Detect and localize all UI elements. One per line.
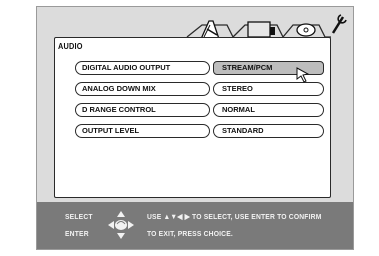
- disc-icon: [296, 23, 316, 37]
- tab-audio[interactable]: [189, 19, 229, 40]
- setting-row-d-range-control[interactable]: D RANGE CONTROL NORMAL: [55, 103, 330, 117]
- setting-row-analog-down-mix[interactable]: ANALOG DOWN MIX STEREO: [55, 82, 330, 96]
- wrench-icon: [331, 14, 347, 34]
- tab-disc[interactable]: [291, 19, 321, 39]
- settings-screen: AUDIO DIGITAL AUDIO OUTPUT STREAM/PCM AN…: [36, 6, 354, 250]
- panel-title: AUDIO: [58, 42, 83, 51]
- cursor-arrow-icon: [296, 67, 310, 83]
- help-line-1: USE ▲▼◀ ▶ TO SELECT, USE ENTER TO CONFIR…: [147, 212, 322, 221]
- setting-label: D RANGE CONTROL: [75, 103, 210, 117]
- tab-setup[interactable]: [325, 11, 351, 37]
- setting-label: OUTPUT LEVEL: [75, 124, 210, 138]
- setting-row-digital-audio-output[interactable]: DIGITAL AUDIO OUTPUT STREAM/PCM: [55, 61, 330, 75]
- setting-value[interactable]: NORMAL: [213, 103, 324, 117]
- setting-value[interactable]: STANDARD: [213, 124, 324, 138]
- setting-value[interactable]: STEREO: [213, 82, 324, 96]
- setting-row-output-level[interactable]: OUTPUT LEVEL STANDARD: [55, 124, 330, 138]
- audio-settings-panel: AUDIO DIGITAL AUDIO OUTPUT STREAM/PCM AN…: [54, 37, 331, 198]
- dpad-icon: [108, 211, 134, 239]
- select-label: SELECT: [65, 212, 93, 221]
- setting-label: DIGITAL AUDIO OUTPUT: [75, 61, 210, 75]
- help-footer: SELECT ENTER USE ▲▼◀ ▶ TO SELECT, USE EN…: [37, 202, 353, 249]
- enter-label: ENTER: [65, 229, 89, 238]
- setting-label: ANALOG DOWN MIX: [75, 82, 210, 96]
- help-line-2: TO EXIT, PRESS CHOICE.: [147, 229, 233, 238]
